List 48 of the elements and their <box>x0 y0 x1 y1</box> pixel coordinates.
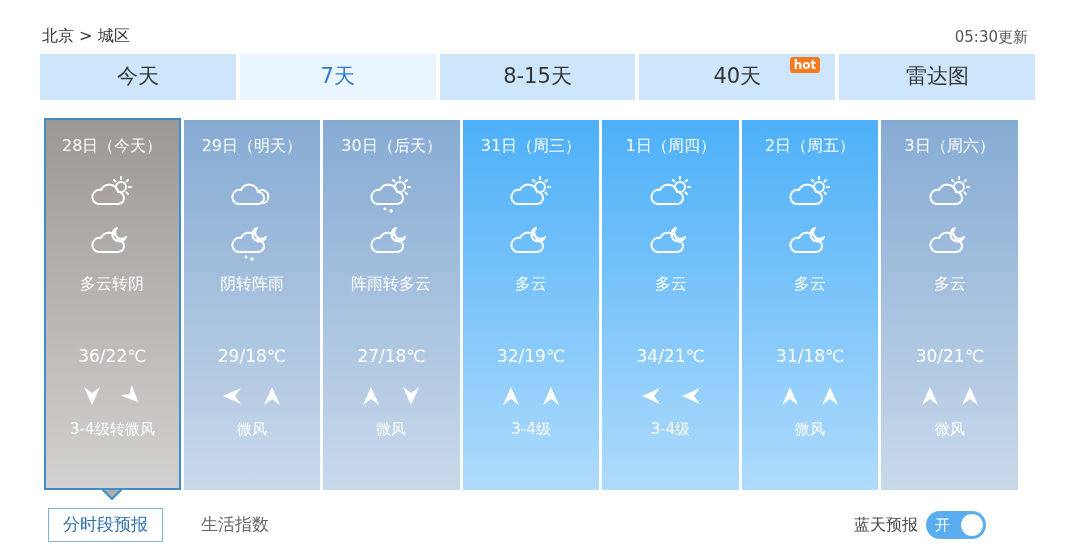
wind-text: 3-4级 <box>511 418 551 440</box>
day-date: 2日（周五） <box>765 135 856 157</box>
weather-text: 多云转阴 <box>80 273 145 295</box>
day-date: 3日（周六） <box>904 135 995 157</box>
day-date: 1日（周四） <box>625 135 716 157</box>
breadcrumb: 北京 > 城区 <box>42 25 130 47</box>
weather-text: 多云 <box>933 273 966 295</box>
sky-forecast-label: 蓝天预报 <box>854 514 918 536</box>
day-date: 30日（后天） <box>341 135 442 157</box>
hot-badge: hot <box>789 57 821 73</box>
wind-text: 3-4级转微风 <box>70 418 155 440</box>
day-card[interactable]: 1日（周四） 多云 34/21℃ 3-4级 <box>602 120 739 490</box>
weather-text: 阵雨转多云 <box>351 273 432 295</box>
weather-text: 多云 <box>794 273 827 295</box>
temperature: 29/18℃ <box>217 345 286 368</box>
day-date: 28日（今天） <box>62 135 163 157</box>
weather-text: 阴转阵雨 <box>219 273 284 295</box>
forecast-tab[interactable]: 8-15天 <box>439 54 636 100</box>
weather-text: 多云 <box>515 273 547 295</box>
weather-text: 多云 <box>654 273 687 295</box>
forecast-tab[interactable]: 雷达图 <box>839 54 1035 100</box>
forecast-tab[interactable]: 今天 <box>40 54 236 100</box>
day-card[interactable]: 2日（周五） 多云 31/18℃ 微风 <box>741 120 879 490</box>
wind-text: 微风 <box>934 418 965 440</box>
wind-text: 3-4级 <box>650 418 691 440</box>
day-date: 31日（周三） <box>480 135 582 157</box>
wind-text: 微风 <box>376 418 407 440</box>
day-card[interactable]: 30日（后天） 阵雨转多云 27/18℃ 微风 <box>323 120 460 490</box>
temperature: 34/21℃ <box>636 345 705 368</box>
sub-tab[interactable]: 生活指数 <box>187 508 283 542</box>
forecast-tab[interactable]: 40天 hot <box>639 54 836 100</box>
temperature: 36/22℃ <box>78 345 147 368</box>
day-card[interactable]: 29日（明天） 阴转阵雨 29/18℃ 微风 <box>183 120 321 490</box>
forecast-tab[interactable]: 7天 <box>239 54 436 100</box>
day-card[interactable]: 31日（周三） 多云 32/19℃ 3-4级 <box>462 120 600 490</box>
sky-forecast-toggle[interactable]: 开 <box>926 511 986 539</box>
temperature: 31/18℃ <box>776 345 845 368</box>
toggle-knob <box>961 514 983 536</box>
temperature: 32/19℃ <box>496 345 566 368</box>
wind-text: 微风 <box>795 418 826 440</box>
temperature: 30/21℃ <box>915 345 984 368</box>
day-date: 29日（明天） <box>201 135 303 157</box>
temperature: 27/18℃ <box>357 345 426 368</box>
pointer-icon <box>102 489 123 500</box>
update-time: 05:30更新 <box>954 26 1028 48</box>
day-card[interactable]: 3日（周六） 多云 30/21℃ 微风 <box>881 120 1018 490</box>
wind-text: 微风 <box>236 418 267 440</box>
sub-tab[interactable]: 分时段预报 <box>48 508 163 542</box>
